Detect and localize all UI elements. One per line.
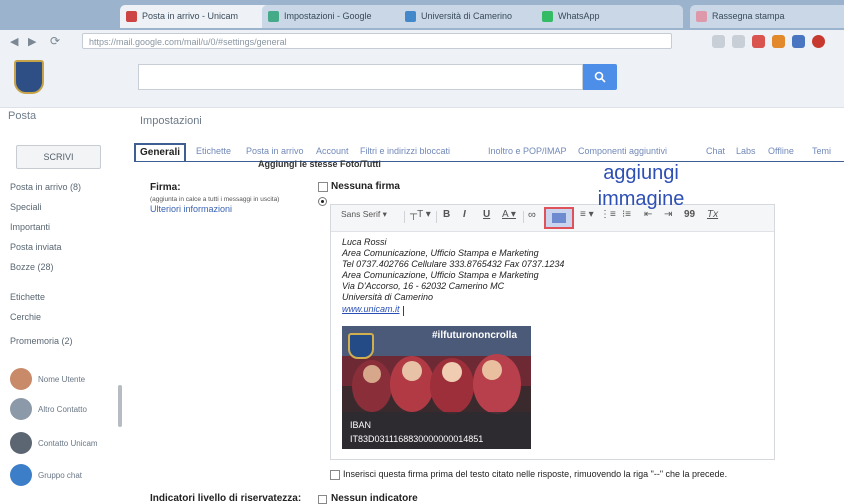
- search-input[interactable]: [138, 64, 583, 90]
- reload-icon[interactable]: ⟳: [50, 34, 60, 48]
- compose-button[interactable]: SCRIVI: [16, 145, 101, 169]
- radio-selected-dot: [321, 200, 324, 203]
- tab-accounts[interactable]: Account: [316, 146, 349, 156]
- chat-contact[interactable]: Altro Contatto: [38, 405, 87, 414]
- browser-tab[interactable]: Posta in arrivo - Unicam: [120, 5, 282, 28]
- tab-offline[interactable]: Offline: [768, 146, 794, 156]
- chat-contact[interactable]: Gruppo chat: [38, 471, 82, 480]
- sidebar-item[interactable]: Bozze (28): [10, 262, 54, 272]
- bold-button[interactable]: B: [443, 209, 450, 220]
- extension-icon[interactable]: [812, 35, 825, 48]
- tab-favicon-icon: [405, 11, 416, 22]
- signature-line: Via D'Accorso, 16 - 62032 Camerino MC: [342, 281, 505, 291]
- image-iban-code: IT83D0311168830000000014851: [350, 434, 484, 444]
- text-caret: [403, 306, 404, 316]
- more-info-link[interactable]: Ulteriori informazioni: [150, 204, 232, 214]
- search-icon: [594, 71, 606, 83]
- text-color-button[interactable]: A ▾: [502, 209, 516, 220]
- toolbar-separator: [523, 211, 524, 223]
- sidebar-item[interactable]: Posta inviata: [10, 242, 62, 252]
- forward-icon[interactable]: ▶: [28, 35, 36, 48]
- address-bar[interactable]: https://mail.google.com/mail/u/0/#settin…: [82, 33, 672, 49]
- toolbar-separator: [436, 211, 437, 223]
- partial-setting-row: Aggiungi le stesse Foto/Tutti: [258, 159, 381, 169]
- browser-tab[interactable]: Università di Camerino: [399, 5, 556, 28]
- clear-formatting-button[interactable]: Tx: [707, 209, 718, 220]
- insert-before-quote-checkbox[interactable]: [330, 470, 340, 480]
- annotation-text: aggiungi immagine: [597, 162, 685, 210]
- search-button[interactable]: [583, 64, 617, 90]
- sidebar-item[interactable]: Importanti: [10, 222, 50, 232]
- underline-button[interactable]: U: [483, 209, 490, 220]
- app-title[interactable]: Posta: [8, 110, 36, 122]
- star-icon[interactable]: [712, 35, 725, 48]
- signature-line: Università di Camerino: [342, 292, 434, 302]
- sidebar-item[interactable]: Etichette: [10, 292, 45, 302]
- font-size-dropdown[interactable]: ┬T ▾: [410, 209, 431, 220]
- confidentiality-label: Indicatori livello di riservatezza:: [150, 493, 302, 504]
- no-signature-label[interactable]: Nessuna firma: [331, 181, 400, 192]
- confidentiality-value[interactable]: Nessun indicatore: [331, 493, 418, 504]
- sidebar-item[interactable]: Speciali: [10, 202, 42, 212]
- tab-chat[interactable]: Chat: [706, 146, 725, 156]
- insert-before-quote-label[interactable]: Inserisci questa firma prima del testo c…: [343, 469, 727, 479]
- chat-contact[interactable]: Contatto Unicam: [38, 439, 98, 448]
- tab-favicon-icon: [542, 11, 553, 22]
- signature-sublabel: (aggiunta in calce a tutti i messaggi in…: [150, 196, 280, 203]
- signature-line: Tel 0737.402766 Cellulare 333.8765432 Fa…: [342, 259, 565, 269]
- signature-line: Area Comunicazione, Ufficio Stampa e Mar…: [342, 248, 539, 258]
- no-signature-radio[interactable]: [318, 182, 328, 192]
- image-iban-label: IBAN: [350, 420, 372, 430]
- university-logo-icon[interactable]: [14, 60, 44, 94]
- extension-icon[interactable]: [772, 35, 785, 48]
- sidebar-item[interactable]: Cerchie: [10, 312, 41, 322]
- tab-forwarding[interactable]: Inoltro e POP/IMAP: [488, 146, 567, 156]
- tab-favicon-icon: [268, 11, 279, 22]
- tab-favicon-icon: [696, 11, 707, 22]
- signature-link[interactable]: www.unicam.it: [342, 304, 400, 314]
- tab-favicon-icon: [126, 11, 137, 22]
- toolbar-separator: [404, 211, 405, 223]
- tab-general[interactable]: Generali: [134, 143, 186, 161]
- browser-tab[interactable]: Impostazioni - Google: [262, 5, 419, 28]
- sidebar-item[interactable]: Posta in arrivo (8): [10, 182, 81, 192]
- tab-labs[interactable]: Labs: [736, 146, 756, 156]
- italic-button[interactable]: I: [463, 209, 466, 220]
- signature-label: Firma:: [150, 182, 181, 193]
- tab-filters[interactable]: Filtri e indirizzi bloccati: [360, 146, 450, 156]
- avatar[interactable]: [10, 432, 32, 454]
- university-crest-icon: [348, 333, 374, 359]
- font-family-dropdown[interactable]: Sans Serif ▾: [341, 209, 387, 220]
- image-icon: [552, 213, 566, 223]
- page-title: Impostazioni: [140, 115, 202, 127]
- avatar[interactable]: [10, 464, 32, 486]
- extension-icon[interactable]: [752, 35, 765, 48]
- tab-labels[interactable]: Etichette: [196, 146, 231, 156]
- sidebar-item[interactable]: Promemoria (2): [10, 336, 73, 346]
- tab-themes[interactable]: Temi: [812, 146, 831, 156]
- avatar[interactable]: [10, 398, 32, 420]
- link-button[interactable]: ∞: [528, 209, 536, 221]
- tab-addons[interactable]: Componenti aggiuntivi: [578, 146, 667, 156]
- signature-line: Area Comunicazione, Ufficio Stampa e Mar…: [342, 270, 539, 280]
- extension-icon[interactable]: [732, 35, 745, 48]
- back-icon[interactable]: ◀: [10, 35, 18, 48]
- extension-icon[interactable]: [792, 35, 805, 48]
- tab-inbox[interactable]: Posta in arrivo: [246, 146, 304, 156]
- chat-contact[interactable]: Nome Utente: [38, 375, 85, 384]
- signature-line: Luca Rossi: [342, 237, 387, 247]
- avatar[interactable]: [10, 368, 32, 390]
- image-hashtag: #ilfuturononcrolla: [432, 330, 517, 341]
- browser-tab[interactable]: WhatsApp: [536, 5, 683, 28]
- confidentiality-radio[interactable]: [318, 495, 327, 504]
- browser-tab[interactable]: Rassegna stampa: [690, 5, 844, 28]
- sidebar-scrollbar[interactable]: [118, 385, 122, 427]
